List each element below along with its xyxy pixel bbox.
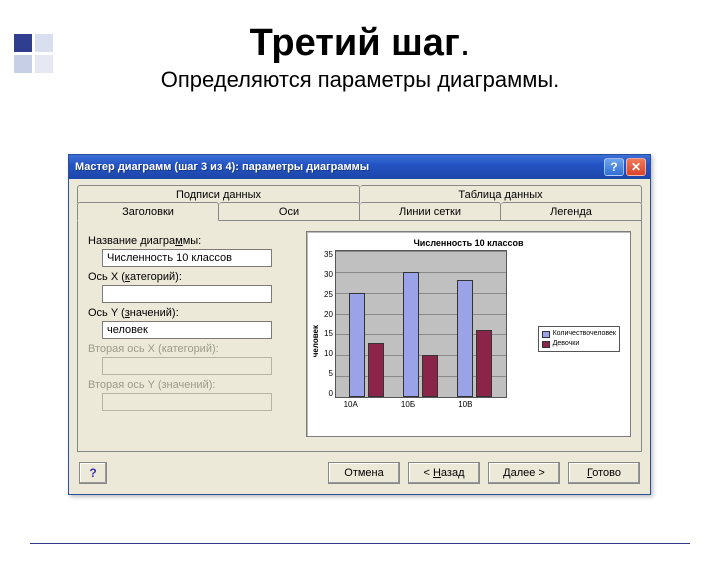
tab-gridlines[interactable]: Линии сетки (360, 202, 501, 221)
chart-legend: Количествочеловек Девочки (538, 326, 620, 352)
page-title: Третий шаг. (0, 22, 720, 65)
page-subtitle: Определяются параметры диаграммы. (0, 67, 720, 93)
help-icon[interactable]: ? (604, 158, 624, 176)
chart-bar (422, 355, 438, 397)
chart-title-input[interactable] (102, 249, 272, 267)
axis-y2-label: Вторая ось Y (значений): (88, 379, 298, 391)
chart-y-axis-label: человек (311, 325, 320, 357)
titles-form: Название диаграммы: Ось X (категорий): О… (88, 231, 298, 437)
close-icon[interactable]: ✕ (626, 158, 646, 176)
tab-legend[interactable]: Легенда (501, 202, 642, 221)
axis-x-input[interactable] (102, 285, 272, 303)
finish-button[interactable]: Готово (568, 462, 640, 484)
chart-preview: Численность 10 классов человек 35 30 25 … (306, 231, 631, 437)
tab-strip: Подписи данных Таблица данных Заголовки … (77, 185, 642, 221)
axis-x2-input (102, 357, 272, 375)
chart-x-labels: 10А 10Б 10В (322, 400, 494, 409)
chart-bar (403, 272, 419, 397)
context-help-button[interactable]: ? (79, 462, 107, 484)
chart-bar (457, 280, 473, 397)
chart-title-text: Численность 10 классов (413, 238, 523, 248)
chart-bar (368, 343, 384, 397)
slide-footer-rule (30, 543, 690, 544)
axis-x2-label: Вторая ось X (категорий): (88, 343, 298, 355)
chart-bar (476, 330, 492, 397)
titlebar[interactable]: Мастер диаграмм (шаг 3 из 4): параметры … (69, 155, 650, 179)
page-title-text: Третий шаг (250, 22, 460, 64)
axis-x-label: Ось X (категорий): (88, 271, 298, 283)
chart-preview-col: Численность 10 классов человек 35 30 25 … (306, 231, 631, 437)
wizard-buttons: ? Отмена < Назад Далее > Готово (77, 452, 642, 486)
back-button[interactable]: < Назад (408, 462, 480, 484)
window-title: Мастер диаграмм (шаг 3 из 4): параметры … (73, 161, 602, 173)
tab-data-labels[interactable]: Подписи данных (77, 185, 360, 203)
slide-decoration (14, 34, 74, 73)
chart-y-ticks: 35 30 25 20 15 10 5 0 (322, 250, 335, 398)
axis-y2-input (102, 393, 272, 411)
next-button[interactable]: Далее > (488, 462, 560, 484)
chart-plot-area (335, 250, 507, 398)
chart-bar (349, 293, 365, 397)
axis-y-label: Ось Y (значений): (88, 307, 298, 319)
tab-titles[interactable]: Заголовки (77, 202, 219, 221)
page-title-dot: . (460, 22, 471, 64)
tab-axes[interactable]: Оси (219, 202, 360, 221)
tab-data-table[interactable]: Таблица данных (360, 185, 642, 203)
cancel-button[interactable]: Отмена (328, 462, 400, 484)
window-client: Подписи данных Таблица данных Заголовки … (69, 179, 650, 494)
tab-panel: Название диаграммы: Ось X (категорий): О… (77, 221, 642, 452)
axis-y-input[interactable] (102, 321, 272, 339)
chart-wizard-window: Мастер диаграмм (шаг 3 из 4): параметры … (68, 154, 651, 495)
chart-title-label: Название диаграммы: (88, 235, 298, 247)
